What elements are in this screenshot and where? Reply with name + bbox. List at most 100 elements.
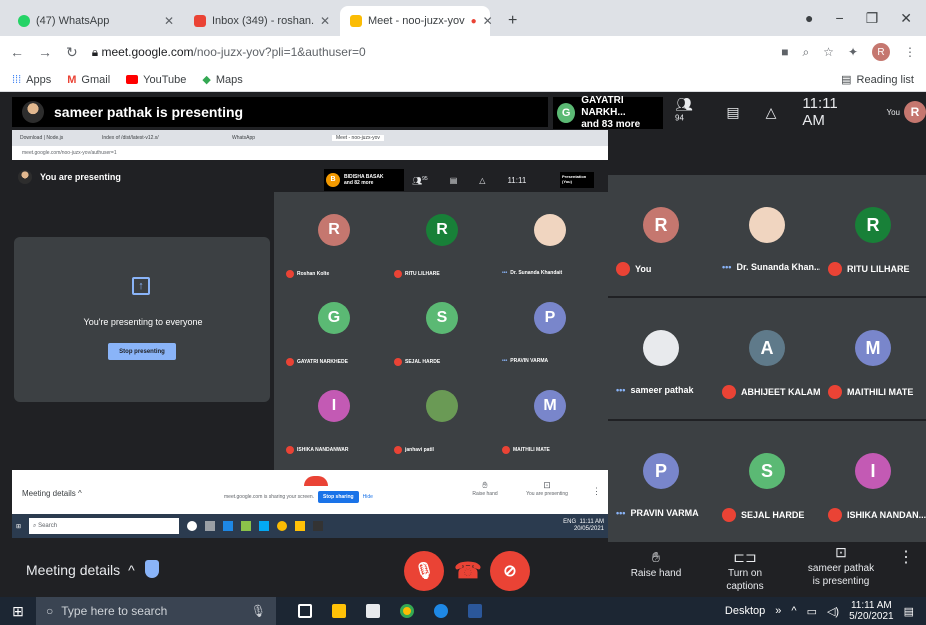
chrome-icon[interactable] — [400, 604, 414, 618]
back-icon[interactable]: ← — [10, 44, 24, 60]
participant-tile[interactable]: R RITU LILHARE — [820, 175, 926, 296]
zoom-icon[interactable]: ⌕ — [802, 45, 809, 60]
restore-icon[interactable]: ❐ — [866, 10, 879, 27]
system-tray: Desktop » ^ ▭ ◁) 11:11 AM 5/20/2021 ▤ — [725, 600, 926, 622]
participant-tile[interactable]: I ISHIKA NANDAN... — [820, 421, 926, 542]
network-icon[interactable]: ▭ — [807, 605, 817, 618]
profile-avatar[interactable]: R — [872, 43, 890, 61]
reading-list-button[interactable]: ▤ Reading list — [841, 73, 914, 87]
taskbar-search-box[interactable]: ○ Type here to search 🎙︎ — [36, 597, 276, 625]
meeting-details-button[interactable]: Meeting details ^ — [26, 562, 135, 578]
file-explorer-icon[interactable] — [332, 604, 346, 618]
close-tab-icon[interactable]: ✕ — [320, 14, 330, 28]
people-icon: 👥︎ — [675, 95, 693, 112]
task-view-icon[interactable] — [298, 604, 312, 618]
chat-icon[interactable]: ▤ — [726, 104, 739, 121]
camera-icon[interactable]: ■ — [781, 45, 788, 59]
participant-tile[interactable]: R You — [608, 175, 714, 296]
leave-call-button[interactable]: ☎︎ — [448, 551, 488, 591]
recording-dot-icon: ● — [470, 15, 477, 27]
meet-top-actions: 👥︎94 ▤ △ 11:11 AM You R — [675, 95, 926, 129]
tab-meet[interactable]: Meet - noo-juzx-yov ● ✕ — [340, 6, 493, 36]
shared-participant-tile: M MAITHILI MATE — [498, 376, 603, 464]
activities-icon[interactable]: △ — [766, 104, 777, 121]
chevron-icon[interactable]: » — [775, 605, 781, 617]
store-icon[interactable] — [366, 604, 380, 618]
mic-off-button[interactable]: 🎙︎ — [404, 551, 444, 591]
windows-start-icon[interactable]: ⊞ — [0, 603, 36, 620]
avatar: I — [318, 390, 350, 422]
url-host: meet.google.com — [101, 44, 194, 59]
gmail-icon — [194, 15, 206, 27]
bookmark-gmail[interactable]: M Gmail — [67, 74, 110, 86]
forward-icon[interactable]: → — [38, 44, 52, 60]
meeting-clock: 11:11 AM — [802, 95, 838, 129]
participants-button[interactable]: 👥︎94 — [675, 96, 700, 129]
minimize-icon[interactable]: − — [836, 10, 844, 26]
tab-gmail[interactable]: Inbox (349) - roshan.kolte@kdk ✕ — [184, 6, 340, 36]
bookmark-maps[interactable]: ◆ Maps — [202, 73, 242, 87]
microphone-icon[interactable]: 🎙︎ — [251, 604, 276, 618]
presentation-button[interactable]: ⊡ sameer pathak is presenting — [806, 545, 876, 588]
participant-tile[interactable]: P ••• PRAVIN VARMA — [608, 421, 714, 542]
url-field[interactable]: 🔒︎ meet.google.com/noo-juzx-yov?pli=1&au… — [92, 45, 767, 60]
chevron-up-icon: ^ — [128, 562, 135, 578]
profile-dot-icon[interactable]: ● — [805, 10, 813, 26]
participant-tile[interactable]: M MAITHILI MATE — [820, 298, 926, 419]
shield-icon[interactable] — [145, 560, 159, 578]
volume-icon[interactable]: ◁) — [827, 605, 839, 618]
star-icon[interactable]: ☆ — [823, 45, 834, 59]
reload-icon[interactable]: ↻ — [66, 44, 78, 61]
avatar — [534, 214, 566, 246]
self-avatar: R — [904, 101, 926, 123]
browser-tab-strip: (47) WhatsApp ✕ Inbox (349) - roshan.kol… — [0, 0, 926, 36]
address-bar: ← → ↻ 🔒︎ meet.google.com/noo-juzx-yov?pl… — [0, 36, 926, 68]
word-icon[interactable] — [468, 604, 482, 618]
edge-icon[interactable] — [434, 604, 448, 618]
menu-icon[interactable]: ⋮ — [904, 45, 916, 59]
new-tab-button[interactable]: + — [498, 6, 527, 36]
participant-tile[interactable]: A ABHIJEET KALAM... — [714, 298, 828, 419]
participant-count: 94 — [675, 112, 684, 122]
participant-name-label: SEJAL HARDE — [741, 510, 805, 520]
desktop-toolbar[interactable]: Desktop — [725, 605, 765, 617]
people-icon: 👥︎95 — [412, 176, 428, 186]
extensions-icon[interactable]: ✦ — [848, 45, 858, 59]
mic-off-icon — [828, 385, 842, 399]
camera-off-button[interactable]: ⊘ — [490, 551, 530, 591]
reading-list-icon: ▤ — [841, 74, 852, 86]
close-tab-icon[interactable]: ✕ — [483, 14, 493, 28]
presenter-avatar — [22, 101, 44, 123]
hide-link: Hide — [362, 494, 373, 500]
tab-whatsapp[interactable]: (47) WhatsApp ✕ — [8, 6, 184, 36]
shared-participant-tile: R RITU LILHARE — [390, 200, 495, 288]
participant-tile[interactable]: ••• Dr. Sunanda Khan... — [714, 175, 821, 296]
self-view[interactable]: You R — [887, 101, 926, 123]
screen-sharing-notice: meet.google.com is sharing your screen. … — [224, 491, 373, 503]
shared-windows-taskbar: ⊞ ⌕ Search ENG 11:11 AM 20/05/2021 — [12, 514, 608, 538]
participant-name: janhavi patil — [394, 446, 434, 454]
participant-grid: R You ••• Dr. Sunanda Khan... R RITU LILHARE •… — [608, 175, 926, 545]
shared-presenting-label: You are presenting — [18, 170, 121, 184]
more-icon: ••• — [722, 262, 732, 272]
taskbar-clock[interactable]: 11:11 AM 5/20/2021 — [849, 600, 894, 622]
cortana-icon — [187, 521, 198, 531]
mic-off-icon — [286, 358, 294, 366]
bookmark-apps[interactable]: ⁞⁞⁞ Apps — [12, 74, 51, 86]
tray-overflow-icon[interactable]: ^ — [791, 605, 796, 617]
address-bar-actions: ■ ⌕ ☆ ✦ R ⋮ — [781, 43, 916, 61]
participant-name-label: ISHIKA NANDANWAR — [297, 447, 349, 453]
captions-button[interactable]: ⊏⊐ Turn on captions — [708, 550, 782, 593]
bookmark-youtube[interactable]: YouTube — [126, 74, 186, 86]
bookmarks-bar: ⁞⁞⁞ Apps M Gmail YouTube ◆ Maps ▤ Readin… — [0, 68, 926, 92]
close-window-icon[interactable]: ✕ — [900, 10, 912, 27]
participant-tile[interactable]: ••• sameer pathak — [608, 298, 714, 419]
close-tab-icon[interactable]: ✕ — [164, 14, 174, 28]
raise-hand-button[interactable]: ✋︎ Raise hand — [628, 550, 684, 580]
participant-name: ••• PRAVIN VARMA — [502, 358, 548, 364]
hang-up-icon: ☎︎ — [454, 558, 482, 583]
notifications-icon[interactable]: ▤ — [904, 605, 914, 618]
more-options-icon[interactable]: ⋮ — [898, 550, 914, 566]
shared-participant-tile: G GAYATRI NARKHEDE — [282, 288, 387, 376]
participant-tile[interactable]: S SEJAL HARDE — [714, 421, 820, 542]
